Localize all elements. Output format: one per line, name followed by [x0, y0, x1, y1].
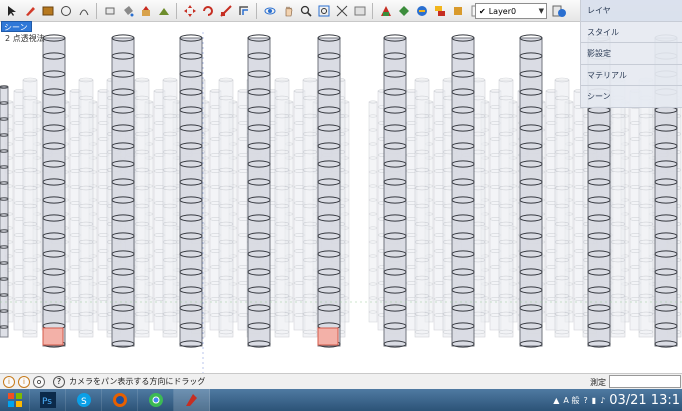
- pillar[interactable]: [274, 77, 290, 338]
- pillar[interactable]: [414, 77, 430, 338]
- previous-view-icon[interactable]: [351, 2, 368, 19]
- scale-icon[interactable]: [217, 2, 234, 19]
- pillar[interactable]: [383, 34, 407, 348]
- rectangle-icon[interactable]: [39, 2, 56, 19]
- circle-icon[interactable]: [57, 2, 74, 19]
- status-bar: i i o ? カメラをパン表示する方向にドラッグ 測定: [0, 373, 682, 389]
- skype-icon[interactable]: S: [66, 389, 102, 411]
- orbit-icon[interactable]: [261, 2, 278, 19]
- pillar[interactable]: [519, 34, 543, 348]
- chevron-down-icon[interactable]: ▼: [539, 7, 544, 15]
- push-pull-icon[interactable]: [137, 2, 154, 19]
- windows-taskbar: Ps S ▲ A 般 ? ▮ ♪ 03/21 13:1: [0, 389, 682, 411]
- pillar[interactable]: [302, 77, 318, 338]
- toolbar-divider: [96, 2, 97, 19]
- extension-icon[interactable]: [413, 2, 430, 19]
- tray-item-styles[interactable]: スタイル: [581, 21, 682, 43]
- select-icon[interactable]: [3, 2, 20, 19]
- volume-icon[interactable]: ♪: [600, 396, 605, 405]
- pillar[interactable]: [368, 100, 378, 323]
- pillar[interactable]: [638, 77, 654, 338]
- selected-face[interactable]: [317, 327, 339, 346]
- share-model-icon[interactable]: [395, 2, 412, 19]
- pillar[interactable]: [247, 34, 271, 348]
- clock: 03/21 13:1: [609, 392, 680, 408]
- sketchup-icon[interactable]: [174, 389, 210, 411]
- layer-select[interactable]: ✔ Layer0 ▼: [475, 3, 547, 19]
- pillar[interactable]: [498, 77, 514, 338]
- offset-icon[interactable]: [235, 2, 252, 19]
- toolbar-divider: [372, 2, 373, 19]
- pillar[interactable]: [78, 77, 94, 338]
- default-tray: レイヤ スタイル 影設定 マテリアル シーン: [580, 0, 682, 108]
- tray-item-scenes[interactable]: シーン: [581, 86, 682, 108]
- pencil-icon[interactable]: [21, 2, 38, 19]
- network-icon[interactable]: ▮: [592, 396, 596, 405]
- ime-indicator[interactable]: A 般: [563, 395, 579, 406]
- pillar[interactable]: [42, 34, 66, 348]
- view-mode-label: 2 点透視法: [5, 34, 45, 43]
- zoom-window-icon[interactable]: [315, 2, 332, 19]
- pillar[interactable]: [451, 34, 475, 348]
- measurements-input[interactable]: [609, 375, 681, 388]
- pillar[interactable]: [218, 77, 234, 338]
- tray-item-layers[interactable]: レイヤ: [581, 0, 682, 22]
- rotate-icon[interactable]: [199, 2, 216, 19]
- paint-bucket-icon[interactable]: [119, 2, 136, 19]
- status-text: カメラをパン表示する方向にドラッグ: [69, 377, 206, 386]
- check-icon: ✔: [479, 6, 486, 16]
- help-icon[interactable]: ?: [53, 375, 65, 388]
- toolbar-divider: [176, 2, 177, 19]
- start-icon[interactable]: [0, 389, 30, 411]
- tray-item-materials[interactable]: マテリアル: [581, 64, 682, 86]
- move-icon[interactable]: [181, 2, 198, 19]
- photoshop-icon[interactable]: Ps: [30, 389, 66, 411]
- toolbar-divider: [256, 2, 257, 19]
- pillar[interactable]: [162, 77, 178, 338]
- help-icon[interactable]: ?: [583, 396, 587, 405]
- credits-icon[interactable]: i: [18, 375, 30, 388]
- pillar[interactable]: [610, 77, 626, 338]
- pillar[interactable]: [134, 77, 150, 338]
- system-tray: ▲ A 般 ? ▮ ♪ 03/21 13:1: [553, 389, 682, 411]
- eraser-icon[interactable]: [101, 2, 118, 19]
- layer-select-value: Layer0: [488, 6, 517, 16]
- layer-paint-icon[interactable]: [551, 3, 567, 19]
- pillar[interactable]: [554, 77, 570, 338]
- pillar[interactable]: [179, 34, 203, 348]
- tab-scene-1[interactable]: シーン 1: [1, 21, 32, 43]
- pillar[interactable]: [317, 34, 341, 348]
- pan-icon[interactable]: [279, 2, 296, 19]
- warehouse-icon[interactable]: [377, 2, 394, 19]
- measurements-label: 測定: [590, 378, 606, 387]
- chrome-icon[interactable]: [138, 389, 174, 411]
- pillar[interactable]: [22, 77, 38, 338]
- user-icon[interactable]: o: [33, 375, 45, 388]
- svg-text:Ps: Ps: [42, 397, 52, 407]
- firefox-icon[interactable]: [102, 389, 138, 411]
- tray-item-shadows[interactable]: 影設定: [581, 43, 682, 65]
- pillar[interactable]: [0, 85, 9, 338]
- arc-icon[interactable]: [75, 2, 92, 19]
- geo-location-icon[interactable]: i: [3, 375, 15, 388]
- up-arrow-icon[interactable]: ▲: [553, 396, 559, 405]
- zoom-extents-icon[interactable]: [333, 2, 350, 19]
- component-icon[interactable]: [449, 2, 466, 19]
- pillar[interactable]: [111, 34, 135, 348]
- layer-manager-icon[interactable]: [431, 2, 448, 19]
- zoom-icon[interactable]: [297, 2, 314, 19]
- svg-text:S: S: [81, 397, 87, 407]
- follow-me-icon[interactable]: [155, 2, 172, 19]
- selected-face[interactable]: [42, 327, 64, 346]
